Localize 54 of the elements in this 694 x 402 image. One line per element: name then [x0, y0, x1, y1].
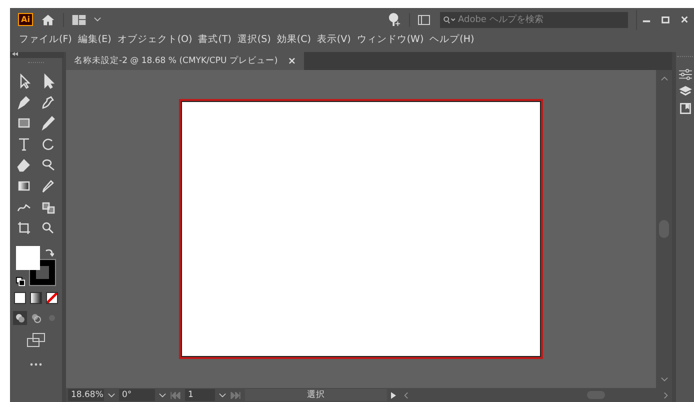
- play-icon[interactable]: [391, 392, 396, 398]
- help-search-field[interactable]: Adobe ヘルプを検索: [440, 12, 628, 28]
- more-tools-icon[interactable]: [30, 363, 42, 366]
- menu-item[interactable]: ファイル(F): [16, 33, 75, 46]
- vertical-scrollbar[interactable]: [656, 70, 672, 388]
- tab-close-button[interactable]: ×: [288, 56, 296, 66]
- fill-color-swatch[interactable]: [16, 246, 40, 270]
- layers-icon[interactable]: [678, 86, 692, 97]
- pen-tool-icon[interactable]: [16, 94, 32, 110]
- scroll-right-icon[interactable]: [664, 392, 668, 398]
- document-tab[interactable]: 名称未設定-2 @ 18.68 % (CMYK/CPU プレビュー) ×: [66, 52, 304, 70]
- menu-item[interactable]: 編集(E): [74, 33, 114, 46]
- artboard-field[interactable]: 1: [185, 389, 215, 401]
- app-logo: Ai: [18, 13, 33, 26]
- scroll-up-icon[interactable]: [660, 76, 668, 81]
- caret-icon[interactable]: [108, 392, 115, 398]
- menu-item[interactable]: 書式(T): [195, 33, 234, 46]
- current-tool-label[interactable]: 選択: [245, 389, 387, 401]
- collapse-icon[interactable]: [12, 52, 18, 56]
- eyedropper-icon[interactable]: [40, 178, 56, 194]
- default-colors-icon[interactable]: [16, 277, 25, 286]
- swap-arrow-icon[interactable]: [45, 248, 54, 257]
- caret-icon[interactable]: [94, 17, 101, 22]
- menu-item[interactable]: オブジェクト(O): [114, 33, 196, 46]
- stroke-color-swatch[interactable]: [30, 260, 55, 285]
- panel-toggle-icon[interactable]: [418, 14, 430, 24]
- menu-item[interactable]: 選択(S): [234, 33, 274, 46]
- caret-icon[interactable]: [219, 392, 226, 398]
- maximize-icon: [661, 15, 670, 24]
- user-icon[interactable]: [388, 13, 401, 26]
- curvature-pen-icon[interactable]: [40, 94, 56, 110]
- scroll-left-icon[interactable]: [404, 392, 408, 398]
- color-mode-button[interactable]: [14, 292, 26, 304]
- libraries-icon[interactable]: [680, 103, 690, 114]
- type-tool-icon[interactable]: [16, 136, 32, 152]
- document-title: 名称未設定-2 @ 18.68 % (CMYK/CPU プレビュー): [74, 55, 278, 67]
- home-icon[interactable]: [40, 12, 55, 26]
- rotation-field[interactable]: 0°: [119, 389, 155, 401]
- caret-icon[interactable]: [159, 392, 166, 398]
- menu-item[interactable]: 表示(V): [314, 33, 354, 46]
- properties-icon[interactable]: [678, 69, 692, 80]
- menu-item[interactable]: ウィンドウ(W): [354, 33, 427, 46]
- workspace-layout-icon[interactable]: [72, 14, 86, 24]
- close-icon: [680, 15, 689, 24]
- zoom-tool-icon[interactable]: [40, 220, 56, 236]
- menu-item[interactable]: ヘルプ(H): [426, 33, 478, 46]
- zoom-field[interactable]: 18.68%: [68, 389, 104, 401]
- gradient-mode-button[interactable]: [30, 292, 42, 304]
- scroll-down-icon[interactable]: [660, 377, 668, 382]
- menu-item[interactable]: 効果(C): [274, 33, 314, 46]
- none-mode-button[interactable]: [46, 292, 58, 304]
- paintbrush-icon[interactable]: [40, 115, 56, 131]
- eraser-icon[interactable]: [16, 157, 32, 173]
- search-icon: [443, 16, 456, 24]
